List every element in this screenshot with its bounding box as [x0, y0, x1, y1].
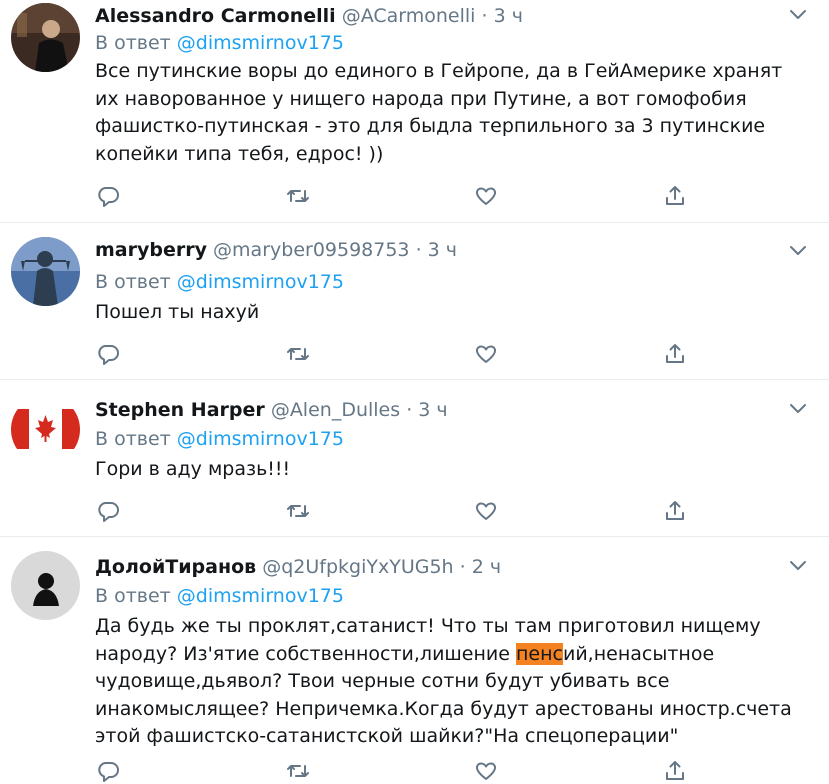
avatar[interactable] — [11, 395, 80, 464]
tweet-header: Stephen Harper @Alen_Dulles · 3 ч — [95, 398, 448, 422]
timestamp[interactable]: 3 ч — [418, 399, 447, 421]
tweet-text: Гори в аду мразь!!! — [95, 458, 291, 480]
tweet[interactable]: ДолойТиранов @q2UfpkgiYxYUG5h · 2 ч В от… — [0, 537, 829, 782]
tweet-actions — [95, 498, 715, 524]
highlighted-text: пенс — [516, 642, 563, 665]
reply-context: В ответ @dimsmirnov175 — [95, 584, 344, 608]
reply-prefix: В ответ — [95, 428, 171, 450]
reply-context: В ответ @dimsmirnov175 — [95, 270, 344, 294]
tweet-text: Все путинские воры до единого в Гейропе,… — [95, 60, 783, 165]
tweet-text: Пошел ты нахуй — [95, 301, 260, 323]
display-name[interactable]: Stephen Harper — [95, 399, 265, 421]
tweet[interactable]: Alessandro Carmonelli @ACarmonelli · 3 ч… — [0, 0, 829, 223]
timestamp[interactable]: 3 ч — [428, 239, 457, 261]
tweet[interactable]: Stephen Harper @Alen_Dulles · 3 ч В отве… — [0, 380, 829, 537]
reply-prefix: В ответ — [95, 585, 171, 607]
display-name[interactable]: maryberry — [95, 239, 207, 261]
reply-to-link[interactable]: @dimsmirnov175 — [177, 271, 344, 293]
avatar[interactable] — [11, 551, 80, 620]
separator-dot: · — [415, 239, 422, 261]
display-name[interactable]: Alessandro Carmonelli — [95, 5, 336, 27]
tweet-actions — [95, 758, 715, 784]
reply-context: В ответ @dimsmirnov175 — [95, 31, 344, 55]
tweet[interactable]: maryberry @maryber09598753 · 3 ч В ответ… — [0, 223, 829, 380]
avatar[interactable] — [11, 3, 80, 72]
like-icon[interactable] — [473, 183, 499, 209]
tweet-actions — [95, 183, 715, 209]
retweet-icon[interactable] — [285, 341, 311, 367]
like-icon[interactable] — [473, 341, 499, 367]
share-icon[interactable] — [662, 758, 688, 784]
tweet-header: Alessandro Carmonelli @ACarmonelli · 3 ч — [95, 4, 523, 28]
reply-icon[interactable] — [95, 498, 121, 524]
reply-icon[interactable] — [95, 341, 121, 367]
share-icon[interactable] — [662, 498, 688, 524]
reply-to-link[interactable]: @dimsmirnov175 — [177, 585, 344, 607]
display-name[interactable]: ДолойТиранов — [95, 556, 256, 578]
retweet-icon[interactable] — [285, 183, 311, 209]
chevron-down-icon[interactable] — [789, 6, 807, 19]
reply-to-link[interactable]: @dimsmirnov175 — [177, 428, 344, 450]
reply-icon[interactable] — [95, 758, 121, 784]
chevron-down-icon[interactable] — [789, 557, 807, 570]
separator-dot: · — [406, 399, 413, 421]
tweet-actions — [95, 341, 715, 367]
separator-dot: · — [481, 5, 488, 27]
user-handle[interactable]: @Alen_Dulles — [271, 399, 400, 421]
retweet-icon[interactable] — [285, 758, 311, 784]
reply-context: В ответ @dimsmirnov175 — [95, 427, 344, 451]
user-handle[interactable]: @maryber09598753 — [213, 239, 409, 261]
retweet-icon[interactable] — [285, 498, 311, 524]
share-icon[interactable] — [662, 341, 688, 367]
tweet-header: maryberry @maryber09598753 · 3 ч — [95, 238, 457, 262]
user-handle[interactable]: @ACarmonelli — [342, 5, 476, 27]
reply-to-link[interactable]: @dimsmirnov175 — [177, 32, 344, 54]
like-icon[interactable] — [473, 498, 499, 524]
chevron-down-icon[interactable] — [789, 242, 807, 255]
avatar[interactable] — [11, 237, 80, 306]
reply-prefix: В ответ — [95, 32, 171, 54]
reply-prefix: В ответ — [95, 271, 171, 293]
reply-icon[interactable] — [95, 183, 121, 209]
tweet-header: ДолойТиранов @q2UfpkgiYxYUG5h · 2 ч — [95, 555, 501, 579]
timestamp[interactable]: 3 ч — [494, 5, 523, 27]
like-icon[interactable] — [473, 758, 499, 784]
separator-dot: · — [459, 556, 466, 578]
share-icon[interactable] — [662, 183, 688, 209]
timestamp[interactable]: 2 ч — [472, 556, 501, 578]
chevron-down-icon[interactable] — [789, 400, 807, 413]
user-handle[interactable]: @q2UfpkgiYxYUG5h — [262, 556, 453, 578]
tweet-text: Да будь же ты проклят,сатанист! Что ты т… — [95, 613, 805, 751]
